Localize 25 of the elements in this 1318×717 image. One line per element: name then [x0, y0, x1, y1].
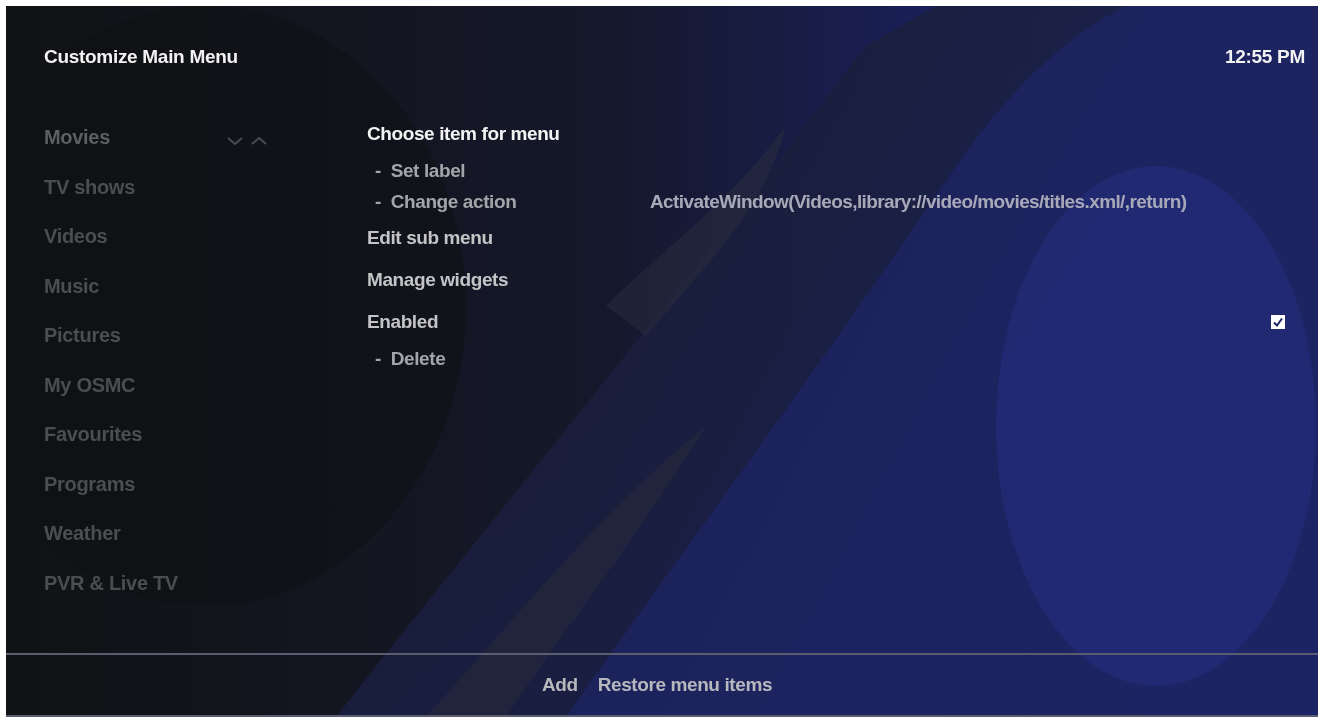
menu-item[interactable]: Videos: [44, 225, 216, 249]
menu-item[interactable]: Weather: [44, 522, 216, 546]
menu-item[interactable]: Movies: [44, 126, 216, 150]
move-down-icon[interactable]: [226, 134, 244, 147]
window-title: Customize Main Menu: [44, 45, 238, 68]
menu-item[interactable]: My OSMC: [44, 373, 216, 397]
option-item[interactable]: Enabled: [367, 311, 650, 334]
move-up-icon[interactable]: [250, 134, 268, 147]
option-item[interactable]: Edit sub menu: [367, 227, 650, 250]
option-item[interactable]: - Delete: [367, 347, 650, 370]
toggle-checkbox[interactable]: [1271, 315, 1285, 330]
menu-item[interactable]: Favourites: [44, 423, 216, 447]
menu-button[interactable]: Restore menu items: [597, 673, 773, 696]
menu-item[interactable]: Pictures: [44, 324, 216, 348]
menu-item[interactable]: PVR & Live TV: [44, 571, 216, 595]
option-item[interactable]: - Set label: [367, 159, 650, 182]
option-item[interactable]: Choose item for menu: [367, 123, 650, 146]
menu-item[interactable]: Music: [44, 274, 216, 298]
menu-item[interactable]: Programs: [44, 472, 216, 496]
menu-button[interactable]: Add: [541, 673, 578, 696]
option-item[interactable]: Manage widgets: [367, 269, 650, 292]
menu-item[interactable]: TV shows: [44, 175, 216, 199]
option-item[interactable]: - Change action: [367, 190, 650, 213]
option-value: ActivateWindow(Videos,library://video/movies/titles.xml/,return): [650, 190, 1187, 213]
clock: 12:55 PM: [1225, 45, 1305, 68]
